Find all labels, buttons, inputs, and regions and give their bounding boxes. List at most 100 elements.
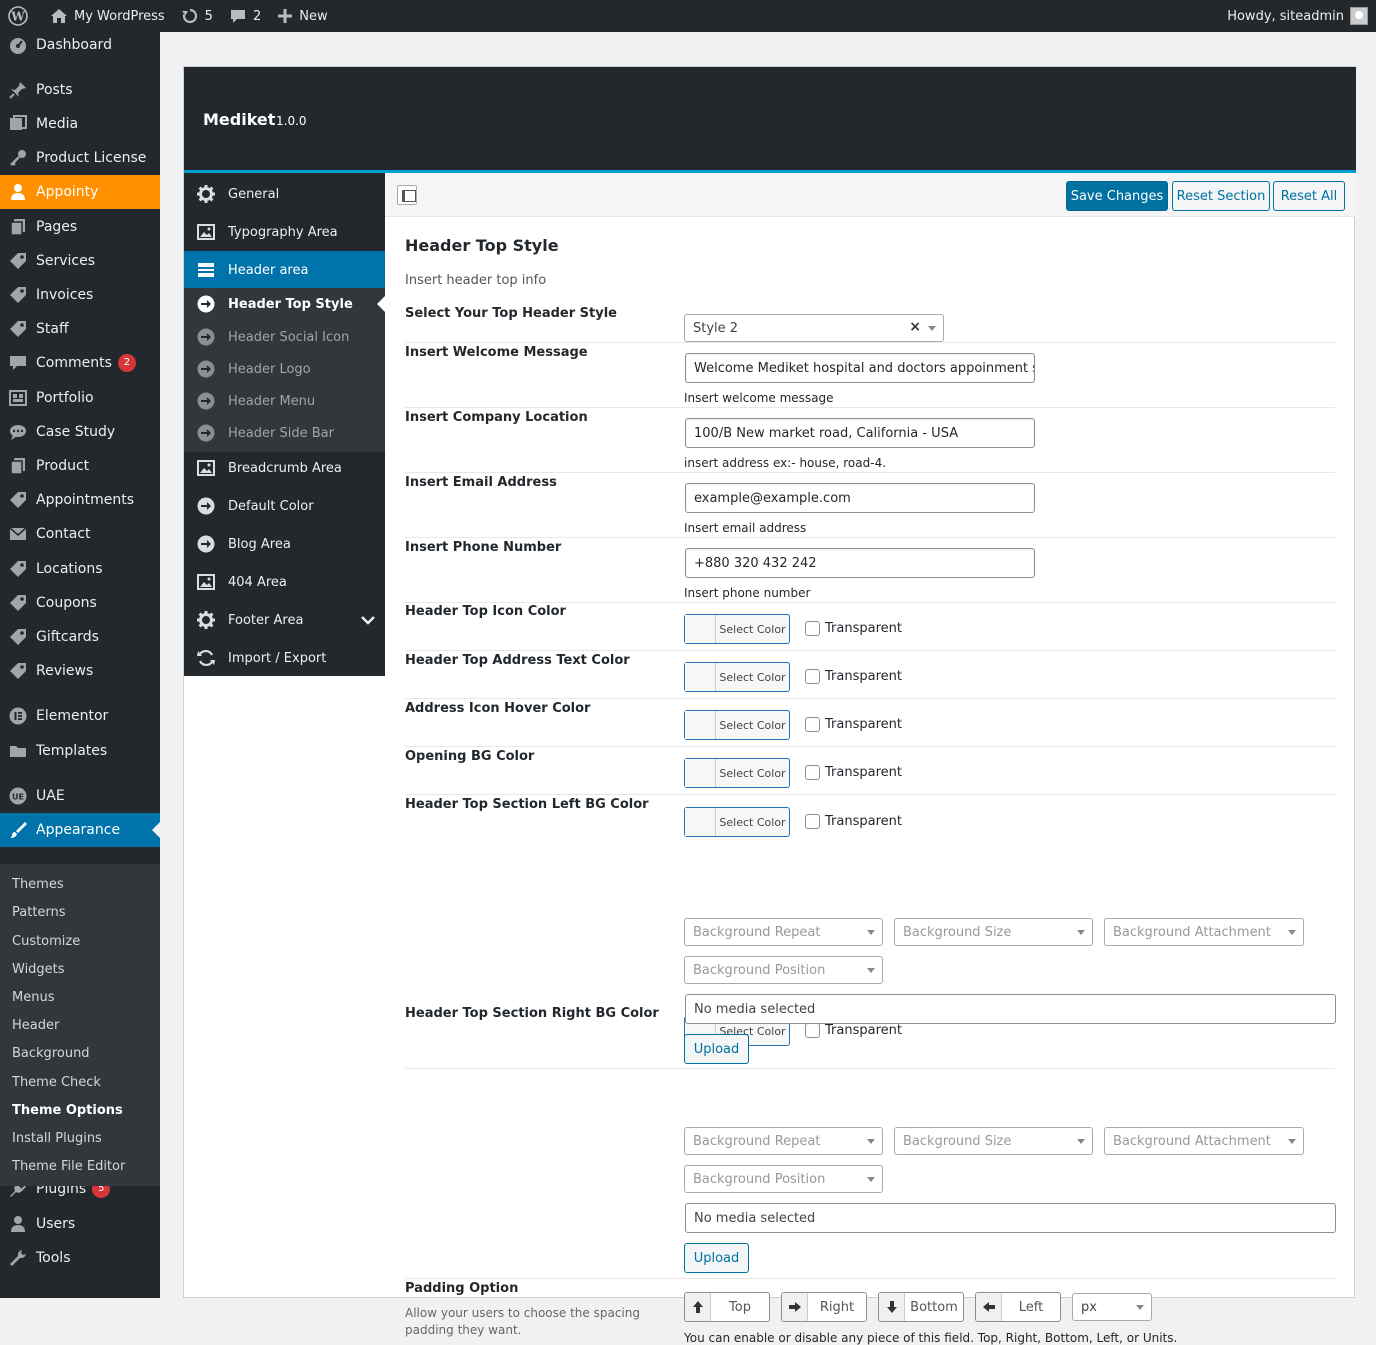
options-tab-breadcrumb-area[interactable]: Breadcrumb Area xyxy=(184,449,385,487)
transparent-checkbox[interactable]: Transparent xyxy=(805,814,902,829)
checkbox[interactable] xyxy=(805,814,820,829)
menu-item-coupons[interactable]: Coupons xyxy=(0,586,160,620)
padding-bottom-input[interactable]: Bottom xyxy=(878,1292,964,1322)
checkbox[interactable] xyxy=(805,621,820,636)
transparent-checkbox[interactable]: Transparent xyxy=(805,621,902,636)
left-bg-size-select[interactable]: Background Size xyxy=(894,918,1093,946)
select-color-button[interactable]: Select Color xyxy=(684,710,790,740)
menu-item-case-study[interactable]: Case Study xyxy=(0,415,160,449)
select-color-button[interactable]: Select Color xyxy=(684,807,790,837)
left-bg-upload-button[interactable]: Upload xyxy=(684,1034,749,1064)
submenu-item-themes[interactable]: Themes xyxy=(12,877,64,892)
options-subtab-header-side-bar[interactable]: Header Side Bar xyxy=(184,417,385,449)
transparent-checkbox[interactable]: Transparent xyxy=(805,765,902,780)
submenu-item-patterns[interactable]: Patterns xyxy=(12,905,66,920)
options-tab-import-export[interactable]: Import / Export xyxy=(184,639,385,677)
reset-all-button[interactable]: Reset All xyxy=(1273,181,1345,211)
checkbox[interactable] xyxy=(805,717,820,732)
right-bg-media-input[interactable]: No media selected xyxy=(685,1203,1336,1233)
checkbox[interactable] xyxy=(805,1023,820,1038)
submenu-item-customize[interactable]: Customize xyxy=(12,934,80,949)
menu-item-appearance[interactable]: Appearance xyxy=(0,813,160,847)
email-address-input[interactable]: example@example.com xyxy=(685,483,1035,513)
submenu-item-header[interactable]: Header xyxy=(12,1018,59,1033)
transparent-checkbox[interactable]: Transparent xyxy=(805,717,902,732)
padding-unit-select[interactable]: px xyxy=(1072,1293,1152,1321)
phone-number-input[interactable]: +880 320 432 242 xyxy=(685,548,1035,578)
menu-item-contact[interactable]: Contact xyxy=(0,517,160,551)
chevron-down-icon[interactable] xyxy=(361,614,375,629)
checkbox[interactable] xyxy=(805,669,820,684)
right-bg-attachment-select[interactable]: Background Attachment xyxy=(1104,1127,1304,1155)
menu-item-tools[interactable]: Tools xyxy=(0,1241,160,1275)
menu-item-product[interactable]: Product xyxy=(0,449,160,483)
menu-item-services[interactable]: Services xyxy=(0,244,160,278)
transparent-checkbox[interactable]: Transparent xyxy=(805,1023,902,1038)
welcome-message-input[interactable]: Welcome Mediket hospital and doctors app… xyxy=(685,353,1035,383)
menu-item-appointy[interactable]: Appointy xyxy=(0,175,160,209)
header-style-select[interactable]: Style 2 × xyxy=(684,314,944,342)
menu-item-invoices[interactable]: Invoices xyxy=(0,278,160,312)
menu-item-uae[interactable]: UE UAE xyxy=(0,779,160,813)
select-color-button[interactable]: Select Color xyxy=(684,758,790,788)
padding-top-input[interactable]: Top xyxy=(684,1292,770,1322)
options-tab-header-area[interactable]: Header area xyxy=(184,251,385,289)
right-bg-repeat-select[interactable]: Background Repeat xyxy=(684,1127,883,1155)
options-tab-general[interactable]: General xyxy=(184,175,385,213)
transparent-checkbox[interactable]: Transparent xyxy=(805,669,902,684)
options-subtab-header-logo[interactable]: Header Logo xyxy=(184,353,385,385)
menu-item-label: Comments xyxy=(36,355,112,371)
menu-item-posts[interactable]: Posts xyxy=(0,73,160,107)
submenu-item-theme-check[interactable]: Theme Check xyxy=(12,1075,101,1090)
new-content-link[interactable]: New xyxy=(269,0,335,32)
submenu-item-menus[interactable]: Menus xyxy=(12,990,54,1005)
menu-item-templates[interactable]: Templates xyxy=(0,734,160,768)
padding-right-input[interactable]: Right xyxy=(781,1292,867,1322)
options-subtab-header-menu[interactable]: Header Menu xyxy=(184,385,385,417)
right-bg-upload-button[interactable]: Upload xyxy=(684,1243,749,1273)
save-changes-button[interactable]: Save Changes xyxy=(1066,181,1168,211)
left-bg-attachment-select[interactable]: Background Attachment xyxy=(1104,918,1304,946)
options-subtab-header-top-style[interactable]: Header Top Style xyxy=(184,288,385,320)
options-tab-footer-area[interactable]: Footer Area xyxy=(184,601,385,639)
menu-item-staff[interactable]: Staff xyxy=(0,312,160,346)
updates-link[interactable]: 5 xyxy=(173,0,221,32)
expand-options-icon[interactable] xyxy=(397,185,417,205)
menu-item-media[interactable]: Media xyxy=(0,107,160,141)
select-color-button[interactable]: Select Color xyxy=(684,614,790,644)
menu-item-pages[interactable]: Pages xyxy=(0,210,160,244)
options-tab-default-color[interactable]: Default Color xyxy=(184,487,385,525)
my-account[interactable]: Howdy, siteadmin xyxy=(1227,0,1368,32)
options-tab-blog-area[interactable]: Blog Area xyxy=(184,525,385,563)
left-bg-position-select[interactable]: Background Position xyxy=(684,956,883,984)
menu-item-giftcards[interactable]: Giftcards xyxy=(0,620,160,654)
menu-item-portfolio[interactable]: Portfolio xyxy=(0,381,160,415)
clear-icon[interactable]: × xyxy=(909,319,921,335)
checkbox[interactable] xyxy=(805,765,820,780)
submenu-item-theme-file-editor[interactable]: Theme File Editor xyxy=(12,1159,125,1174)
menu-item-appointments[interactable]: Appointments xyxy=(0,483,160,517)
reset-section-button[interactable]: Reset Section xyxy=(1172,181,1270,211)
menu-item-reviews[interactable]: Reviews xyxy=(0,654,160,688)
submenu-item-widgets[interactable]: Widgets xyxy=(12,962,65,977)
submenu-item-theme-options[interactable]: Theme Options xyxy=(12,1103,123,1118)
menu-item-product-license[interactable]: Product License xyxy=(0,141,160,175)
menu-item-users[interactable]: Users xyxy=(0,1207,160,1241)
comments-link[interactable]: 2 xyxy=(221,0,269,32)
right-bg-size-select[interactable]: Background Size xyxy=(894,1127,1093,1155)
options-tab-404-area[interactable]: 404 Area xyxy=(184,563,385,601)
menu-item-locations[interactable]: Locations xyxy=(0,552,160,586)
submenu-item-background[interactable]: Background xyxy=(12,1046,90,1061)
menu-item-comments[interactable]: Comments 2 xyxy=(0,346,160,380)
options-tab-typography-area[interactable]: Typography Area xyxy=(184,213,385,251)
menu-item-dashboard[interactable]: Dashboard xyxy=(0,28,160,62)
submenu-item-install-plugins[interactable]: Install Plugins xyxy=(12,1131,102,1146)
padding-left-input[interactable]: Left xyxy=(975,1292,1061,1322)
company-location-input[interactable]: 100/B New market road, California - USA xyxy=(685,418,1035,448)
right-bg-position-select[interactable]: Background Position xyxy=(684,1165,883,1193)
left-bg-media-input[interactable]: No media selected xyxy=(685,994,1336,1024)
select-color-button[interactable]: Select Color xyxy=(684,662,790,692)
menu-item-elementor[interactable]: Elementor xyxy=(0,699,160,733)
options-subtab-header-social-icon[interactable]: Header Social Icon xyxy=(184,321,385,353)
left-bg-repeat-select[interactable]: Background Repeat xyxy=(684,918,883,946)
